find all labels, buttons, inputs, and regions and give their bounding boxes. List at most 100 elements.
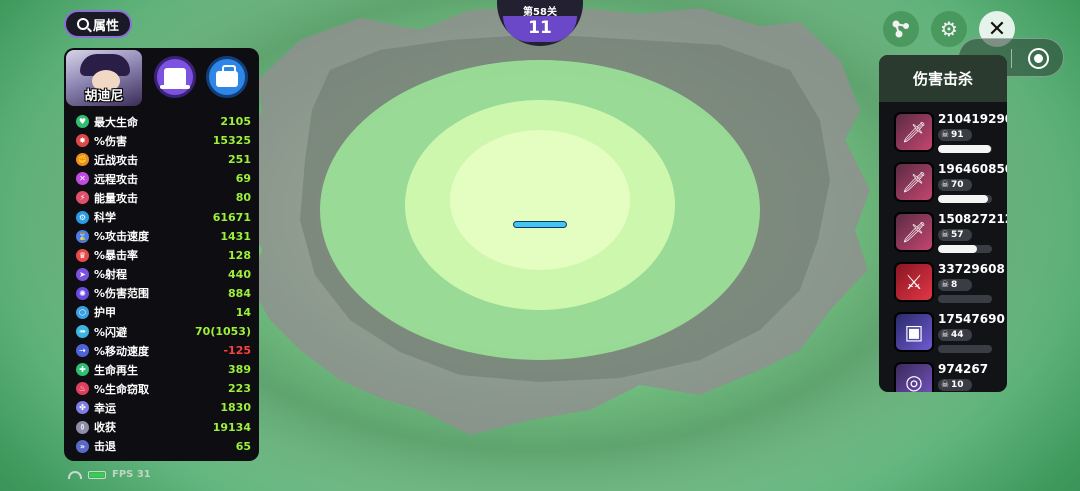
stat-value: 2105 [220,115,251,129]
stat-label: %生命窃取 [94,382,150,396]
damage-bar [938,295,992,303]
damage-row: ▣ 17547690 ☠ 44 [879,310,1007,360]
stat-value: 389 [228,363,251,377]
skull-icon: ☠ [941,380,950,390]
coin-pile-icon: ◎ [905,370,923,392]
stat-icon: ⚡ [76,191,89,205]
damage-bar-fill [938,145,991,153]
kill-count-value: 91 [951,130,964,140]
fps-label: FPS 31 [112,469,151,480]
stat-row: ✸ %伤害 15325 [76,131,251,150]
stat-icon: ⇢ [76,344,89,358]
stat-value: 15325 [212,134,251,148]
stat-row: ✺ %伤害范围 884 [76,284,251,303]
glow-center [450,130,630,270]
stat-label: %暴击率 [94,249,139,263]
exit-target-icon[interactable] [1028,48,1049,69]
stat-row: ⇢ %移动速度 -125 [76,341,251,360]
damage-panel: 伤害击杀 🗡210419290…☠91🗡196460850…☠70🗡150827… [879,55,1007,392]
stat-label: 科学 [94,211,116,225]
stat-icon: ➠ [76,325,89,339]
damage-row: 🗡 196460850… ☠70 [879,160,1007,210]
stat-label: 生命再生 [94,363,138,377]
stat-row: ➠ %闪避 70(1053) [76,322,251,341]
green-blade-icon: 🗡 [901,170,927,194]
stat-label: %闪避 [94,325,128,339]
gear-icon: ⚙ [940,17,958,41]
molecule-icon [892,20,909,38]
damage-value: 33729608 [938,262,1005,276]
stat-value: 1431 [220,229,251,243]
stat-label: %攻击速度 [94,230,150,244]
damage-row: 🗡 210419290… ☠91 [879,110,1007,160]
stat-row: ⬡ 护甲 14 [76,303,251,322]
stat-icon: ⚱ [76,420,89,434]
stat-icon: ✸ [76,134,89,148]
status-bar: FPS 31 [68,469,151,480]
stat-label: 击退 [94,440,116,454]
kill-count-value: 44 [951,330,964,340]
skull-icon: ☠ [941,180,950,190]
weapon-icon: 🗡 [894,112,934,152]
player-health-fill [514,222,566,227]
damage-value: 196460850… [938,162,1007,176]
kill-count: ☠ 44 [938,329,972,341]
stats-panel: 胡迪尼 ♥ 最大生命 2105 ✸ %伤害 15325 ✊ 近战攻击 251 ✕ 远程攻击 69 ⚡ 能量… [64,48,259,461]
damage-row: ⚔ 33729608 ☠ 8 [879,260,1007,310]
stat-icon: ♨ [76,382,89,396]
weapon-icon: ⚔ [894,262,934,302]
kill-count-value: 57 [951,230,964,240]
damage-bar [938,345,992,353]
stats-list: ♥ 最大生命 2105 ✸ %伤害 15325 ✊ 近战攻击 251 ✕ 远程攻击 69 ⚡ 能量攻击 80… [76,112,251,456]
stat-icon: ⚙ [76,210,89,224]
stat-row: ♛ %暴击率 128 [76,246,251,265]
kill-count: ☠ 70 [938,179,972,191]
stat-label: 近战攻击 [94,153,138,167]
stat-icon: ➤ [76,267,89,281]
top-hat-icon [160,68,190,89]
settings-button[interactable]: ⚙ [931,11,967,47]
damage-bar [938,245,992,253]
damage-value: 17547690 [938,312,1005,326]
costume-button[interactable] [154,56,196,98]
green-blade-icon: 🗡 [901,220,927,244]
attributes-tab[interactable]: 属性 [64,10,132,38]
stat-icon: ⌛ [76,229,89,243]
stat-row: ⚡ 能量攻击 80 [76,188,251,207]
stat-value: 223 [228,382,251,396]
damage-value: 150827212… [938,212,1007,226]
player-health-bar [513,221,567,228]
capsule-divider [1011,49,1012,68]
kill-count: ☠ 10 [938,379,972,391]
green-blade-icon: 🗡 [901,120,927,144]
stat-row: ♥ 最大生命 2105 [76,112,251,131]
inventory-button[interactable] [206,56,248,98]
weapon-icon: ▣ [894,312,934,352]
stat-icon: ✺ [76,286,89,300]
stat-row: ✚ 生命再生 389 [76,360,251,379]
search-icon [76,18,89,30]
damage-value: 974267 [938,362,989,376]
skull-icon: ☠ [941,230,950,240]
skull-icon: ☠ [941,280,950,290]
stat-label: %射程 [94,268,128,282]
hero-portrait[interactable]: 胡迪尼 [66,50,142,106]
stat-icon: ✚ [76,363,89,377]
stat-label: %伤害范围 [94,287,150,301]
stat-row: ✕ 远程攻击 69 [76,169,251,188]
stat-row: ➤ %射程 440 [76,265,251,284]
stat-row: ✤ 幸运 1830 [76,398,251,417]
stat-value: 80 [235,191,251,205]
stat-label: 收获 [94,421,116,435]
stat-icon: ⬡ [76,305,89,319]
stat-icon: ✊ [76,153,89,167]
stat-icon: ♛ [76,248,89,262]
red-blade-icon: ⚔ [905,270,923,294]
stat-label: 最大生命 [94,115,138,129]
damage-bar [938,145,992,153]
stat-value: 69 [235,172,251,186]
stat-row: ⌛ %攻击速度 1431 [76,227,251,246]
skill-tree-button[interactable] [883,11,919,47]
damage-bar-fill [938,245,977,253]
stat-value: 251 [228,153,251,167]
